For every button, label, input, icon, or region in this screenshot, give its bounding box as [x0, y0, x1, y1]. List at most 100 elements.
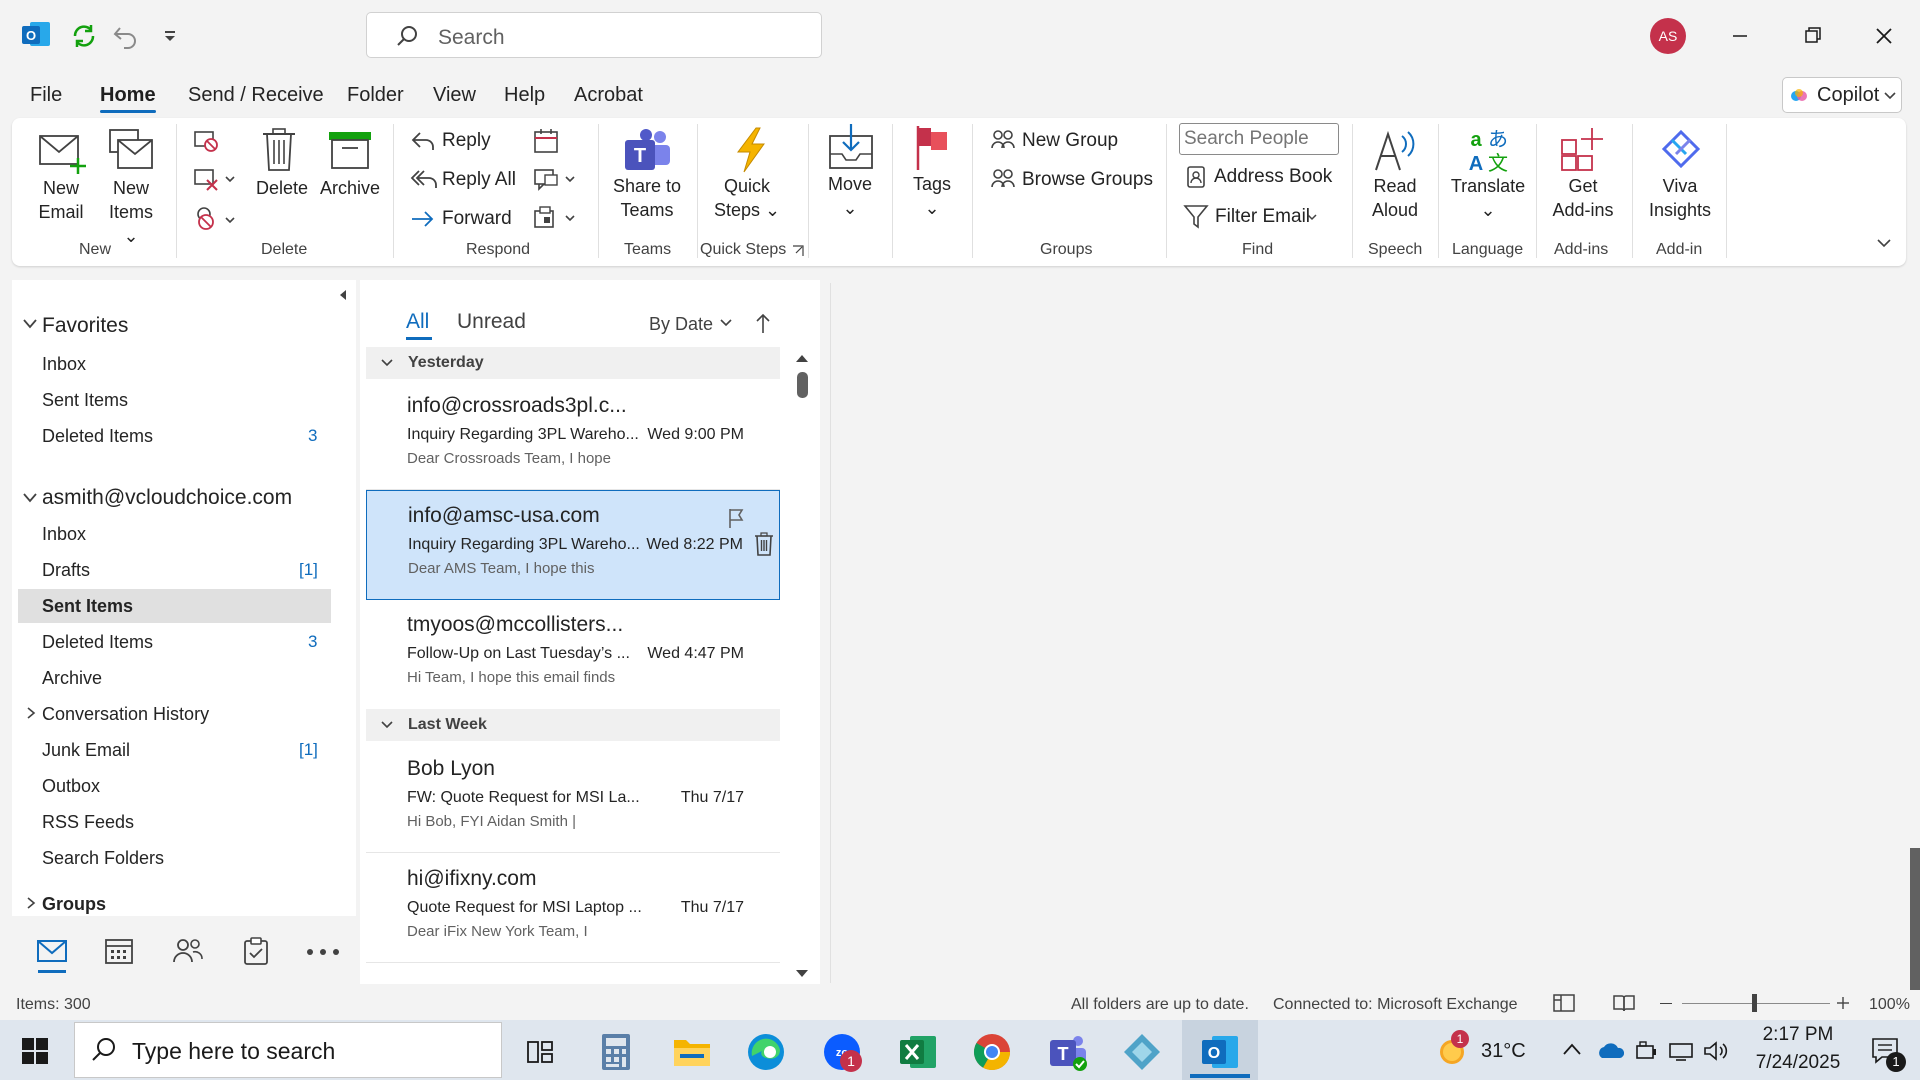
zoom-out-icon[interactable] — [1660, 1003, 1672, 1004]
date-group-header[interactable]: Last Week — [366, 709, 780, 741]
folder-deleted-items[interactable]: Deleted Items — [42, 632, 153, 653]
expand-ribbon-icon[interactable] — [1876, 238, 1892, 248]
sort-direction-icon[interactable] — [754, 312, 772, 334]
reading-view-icon[interactable] — [1612, 993, 1636, 1013]
tab-folder[interactable]: Folder — [347, 84, 404, 107]
taskbar-search-input[interactable]: Type here to search — [74, 1022, 502, 1078]
onedrive-icon[interactable] — [1596, 1038, 1624, 1062]
new-items-button[interactable]: New Items ⌄ — [104, 128, 158, 248]
ignore-icon[interactable] — [192, 128, 220, 154]
network-icon[interactable] — [1668, 1040, 1694, 1062]
sort-by-dropdown[interactable]: By Date — [649, 314, 713, 335]
tab-file[interactable]: File — [30, 84, 62, 107]
im-reply-icon[interactable] — [532, 166, 578, 192]
get-addins-button[interactable]: Get Add-ins — [1550, 126, 1616, 222]
quick-steps-launcher-icon[interactable] — [792, 245, 804, 257]
edge-icon[interactable] — [744, 1030, 788, 1074]
tasks-icon[interactable] — [242, 936, 270, 966]
scrollbar-thumb[interactable] — [797, 372, 808, 398]
windows-start-icon[interactable] — [22, 1038, 48, 1064]
archive-button[interactable]: Archive — [320, 130, 380, 200]
groups-header[interactable]: Groups — [42, 894, 106, 915]
task-view-icon[interactable] — [518, 1030, 562, 1074]
trash-icon[interactable] — [754, 532, 774, 556]
volume-icon[interactable] — [1702, 1039, 1728, 1063]
quick-steps-button[interactable]: Quick Steps ⌄ — [712, 126, 782, 222]
people-icon[interactable] — [172, 937, 204, 965]
more-apps-icon[interactable] — [306, 948, 340, 956]
copilot-button[interactable]: Copilot — [1782, 77, 1902, 113]
new-email-button[interactable]: New Email — [36, 130, 86, 224]
favorites-header[interactable]: Favorites — [42, 314, 128, 338]
calculator-icon[interactable] — [594, 1030, 638, 1074]
folder-fav-sent-items[interactable]: Sent Items — [42, 390, 128, 411]
app-diamond-icon[interactable] — [1120, 1030, 1164, 1074]
battery-icon[interactable] — [1634, 1040, 1658, 1062]
list-item[interactable]: info@crossroads3pl.c... Inquiry Regardin… — [366, 381, 780, 489]
folder-drafts[interactable]: Drafts — [42, 560, 90, 581]
chrome-icon[interactable] — [970, 1030, 1014, 1074]
folder-sent-items[interactable]: Sent Items — [42, 596, 133, 617]
viva-insights-button[interactable]: Viva Insights — [1644, 126, 1716, 222]
restore-icon[interactable] — [1792, 18, 1832, 54]
weather-temperature[interactable]: 31°C — [1481, 1040, 1526, 1063]
zoom-slider-thumb[interactable] — [1752, 994, 1757, 1012]
undo-icon[interactable] — [112, 22, 140, 50]
chevron-down-icon[interactable] — [22, 318, 38, 330]
calendar-icon[interactable] — [104, 937, 134, 965]
zoom-in-icon[interactable] — [1836, 996, 1850, 1010]
file-explorer-icon[interactable] — [670, 1030, 714, 1074]
account-header[interactable]: asmith@vcloudchoice.com — [42, 486, 292, 510]
search-people-input[interactable] — [1179, 123, 1339, 155]
chevron-right-icon[interactable] — [26, 896, 36, 910]
folder-outbox[interactable]: Outbox — [42, 776, 100, 797]
junk-icon[interactable] — [192, 204, 238, 232]
read-aloud-button[interactable]: Read Aloud — [1364, 126, 1426, 222]
mail-icon[interactable] — [36, 938, 68, 964]
list-item[interactable]: hi@ifixny.com Quote Request for MSI Lapt… — [366, 854, 780, 962]
share-to-teams-button[interactable]: T Share to Teams — [612, 128, 682, 222]
folder-rss-feeds[interactable]: RSS Feeds — [42, 812, 134, 833]
translate-button[interactable]: aあA文 Translate ⌄ — [1446, 126, 1530, 222]
chevron-down-icon[interactable] — [22, 492, 38, 504]
scroll-up-icon[interactable] — [794, 352, 810, 364]
meeting-icon[interactable] — [532, 128, 560, 154]
tab-view[interactable]: View — [433, 84, 476, 107]
folder-archive[interactable]: Archive — [42, 668, 102, 689]
tab-acrobat[interactable]: Acrobat — [574, 84, 643, 107]
search-input[interactable]: Search — [366, 12, 822, 58]
chevron-right-icon[interactable] — [26, 706, 36, 720]
tab-help[interactable]: Help — [504, 84, 545, 107]
outlook-taskbar-icon[interactable]: O — [1198, 1030, 1242, 1074]
more-respond-icon[interactable] — [532, 205, 578, 231]
folder-fav-deleted-items[interactable]: Deleted Items — [42, 426, 153, 447]
folder-inbox[interactable]: Inbox — [42, 524, 86, 545]
teams-taskbar-icon[interactable]: T — [1046, 1030, 1090, 1074]
avatar[interactable]: AS — [1650, 18, 1686, 54]
clock-date[interactable]: 7/24/2025 — [1744, 1052, 1852, 1074]
collapse-pane-icon[interactable] — [336, 288, 350, 302]
delete-button[interactable]: Delete — [256, 128, 308, 200]
minimize-icon[interactable] — [1720, 18, 1760, 54]
date-group-header[interactable]: Yesterday — [366, 347, 780, 379]
folder-fav-inbox[interactable]: Inbox — [42, 354, 86, 375]
scroll-down-icon[interactable] — [794, 968, 810, 980]
flag-icon[interactable] — [727, 507, 745, 529]
chevron-up-icon[interactable] — [1562, 1042, 1582, 1056]
filter-tab-all[interactable]: All — [406, 310, 429, 334]
clean-up-icon[interactable] — [192, 166, 238, 192]
clock-time[interactable]: 2:17 PM — [1750, 1024, 1846, 1046]
tab-home[interactable]: Home — [100, 84, 156, 107]
move-button[interactable]: Move ⌄ — [822, 124, 878, 220]
chevron-down-icon[interactable] — [719, 318, 733, 328]
customize-toolbar-icon[interactable] — [162, 28, 178, 44]
list-item[interactable]: Bob Lyon FW: Quote Request for MSI La...… — [366, 744, 780, 852]
tags-button[interactable]: Tags ⌄ — [904, 124, 960, 220]
sync-icon[interactable] — [70, 22, 98, 50]
close-icon[interactable] — [1864, 18, 1904, 54]
list-item[interactable]: tmyoos@mccollisters... Follow-Up on Last… — [366, 600, 780, 708]
zoom-level[interactable]: 100% — [1869, 996, 1910, 1014]
list-item[interactable]: info@amsc-usa.com Inquiry Regarding 3PL … — [366, 490, 780, 600]
folder-junk-email[interactable]: Junk Email — [42, 740, 130, 761]
tab-send-receive[interactable]: Send / Receive — [188, 84, 324, 107]
